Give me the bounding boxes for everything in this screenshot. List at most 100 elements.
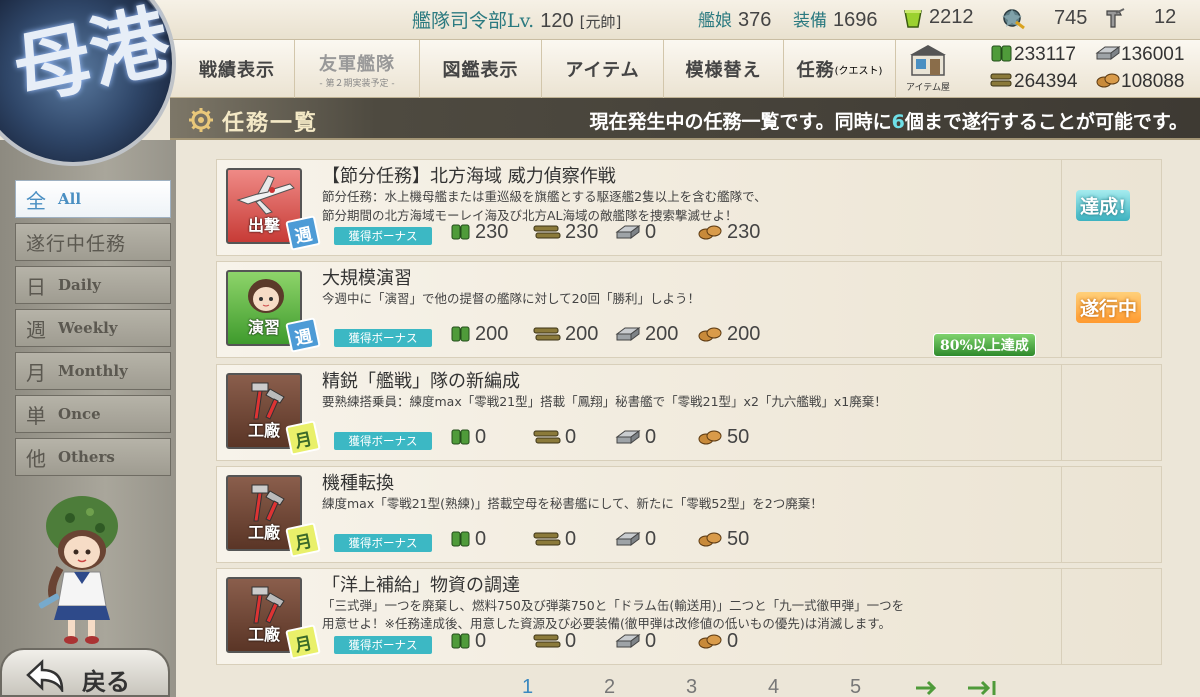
quest-desc-line: 要熟練搭乗員：練度max「零戦21型」搭載「鳳翔」秘書艦で「零戦21型」x2「九… xyxy=(322,394,887,409)
lv-label: Lv. xyxy=(507,10,535,32)
back-button[interactable]: 戻る xyxy=(0,648,170,697)
bucket-icon xyxy=(904,9,922,28)
status-in-progress: 遂行中 xyxy=(1076,292,1142,323)
last-page-icon[interactable] xyxy=(964,679,1004,697)
category-kanji: 週 xyxy=(26,317,46,342)
quest-title: 【節分任務】北方海域 威力偵察作戦 xyxy=(322,166,616,187)
reward-value: 0 xyxy=(645,221,657,243)
reward-steel: 200 xyxy=(615,323,678,346)
friend-label: 友軍艦隊 xyxy=(319,53,395,75)
ammo-icon xyxy=(533,532,561,546)
page-3[interactable]: 3 xyxy=(686,676,697,697)
reward-value: 230 xyxy=(565,221,599,243)
record-button[interactable]: 戦績表示 xyxy=(180,40,295,98)
category-kanji: 日 xyxy=(26,274,46,299)
page-2[interactable]: 2 xyxy=(604,676,615,697)
quest-status-cell xyxy=(1061,467,1161,562)
bauxite-icon xyxy=(698,532,722,547)
item-shop-button[interactable]: アイテム屋 xyxy=(900,43,956,95)
page-4[interactable]: 4 xyxy=(768,676,779,697)
category-others[interactable]: 他 Others xyxy=(15,438,171,476)
category-in-progress[interactable]: 遂行中任務 xyxy=(15,223,171,261)
category-en: All xyxy=(58,190,82,208)
reward-steel: 0 xyxy=(615,426,656,449)
quest-description: 練度max「零戦21型(熟練)」搭載空母を秘書艦にして、新たに「零戦52型」を2… xyxy=(322,494,1042,513)
reward-value: 230 xyxy=(475,221,509,243)
bonus-label: 獲得ボーナス xyxy=(334,227,432,245)
quest-frequency-badge: 月 xyxy=(285,420,321,456)
reward-bauxite: 50 xyxy=(697,426,749,449)
devmat-count: 745 xyxy=(1000,6,1087,30)
screw-icon xyxy=(1106,7,1125,28)
reward-fuel: 0 xyxy=(451,528,486,551)
reward-bauxite: 50 xyxy=(697,528,749,551)
fuel-icon xyxy=(451,531,470,547)
reward-value: 0 xyxy=(645,528,657,550)
record-label: 戦績表示 xyxy=(199,60,275,81)
quest-button[interactable]: 任務 (クエスト) xyxy=(784,40,896,98)
reward-value: 0 xyxy=(475,630,487,652)
quest-row[interactable]: 工廠 月 精鋭「艦戦」隊の新編成 要熟練搭乗員：練度max「零戦21型」搭載「鳳… xyxy=(216,364,1162,461)
quest-row[interactable]: 演習 週 大規模演習 今週中に「演習」で他の提督の艦隊に対して20回「勝利」しよ… xyxy=(216,261,1162,358)
fuel-value: 233117 xyxy=(1014,44,1076,65)
steel-resource: 136001 xyxy=(1095,43,1184,66)
furniture-button[interactable]: 模様替え xyxy=(664,40,784,98)
category-all[interactable]: 全 All xyxy=(15,180,171,218)
devmat-value: 745 xyxy=(1054,6,1088,29)
equip-value: 1696 xyxy=(833,9,878,31)
screw-count: 12 xyxy=(1104,6,1176,29)
bauxite-value: 108088 xyxy=(1121,71,1185,92)
quest-description: 今週中に「演習」で他の提督の艦隊に対して20回「勝利」しよう！ xyxy=(322,289,1042,308)
category-weekly[interactable]: 週 Weekly xyxy=(15,309,171,347)
reward-fuel: 0 xyxy=(451,426,486,449)
banner-title: 任務一覧 xyxy=(222,110,319,136)
nav-bar: 戦績表示 友軍艦隊 - 第２期実装予定 - 図鑑表示 アイテム 模様替え 任務 … xyxy=(170,40,1200,98)
ship-count: 艦娘 376 xyxy=(698,6,771,32)
quest-frequency-badge: 月 xyxy=(285,522,321,558)
ammo-icon xyxy=(533,430,561,444)
bonus-label: 獲得ボーナス xyxy=(334,636,432,654)
reward-ammo: 230 xyxy=(533,221,598,244)
shop-icon xyxy=(910,45,946,76)
category-daily[interactable]: 日 Daily xyxy=(15,266,171,304)
status-complete: 達成! xyxy=(1076,190,1131,221)
steel-icon xyxy=(615,634,641,648)
bauxite-icon xyxy=(698,634,722,649)
quest-list-banner: 任務一覧 現在発生中の任務一覧です。同時に6個まで遂行することが可能です。 xyxy=(170,98,1200,140)
hq-level: 艦隊司令部Lv. 120 [元帥] xyxy=(412,6,621,33)
reward-value: 0 xyxy=(645,426,657,448)
quest-desc-line: 今週中に「演習」で他の提督の艦隊に対して20回「勝利」しよう！ xyxy=(322,291,701,306)
album-button[interactable]: 図鑑表示 xyxy=(420,40,542,98)
quest-row[interactable]: 工廠 月 機種転換 練度max「零戦21型(熟練)」搭載空母を秘書艦にして、新た… xyxy=(216,466,1162,563)
quest-label: 任務 xyxy=(796,60,835,81)
ships-label: 艦娘 xyxy=(698,11,732,31)
category-once[interactable]: 単 Once xyxy=(15,395,171,433)
category-monthly[interactable]: 月 Monthly xyxy=(15,352,171,390)
category-kanji: 遂行中任務 xyxy=(26,232,127,255)
ammo-icon xyxy=(533,327,561,341)
bonus-label: 獲得ボーナス xyxy=(334,432,432,450)
page-1[interactable]: 1 xyxy=(522,676,533,697)
page-5[interactable]: 5 xyxy=(850,676,861,697)
steel-icon xyxy=(615,430,641,444)
quest-status-cell xyxy=(1061,365,1161,460)
item-button[interactable]: アイテム xyxy=(542,40,664,98)
fuel-icon xyxy=(991,45,1012,62)
reward-fuel: 200 xyxy=(451,323,508,346)
next-page-icon[interactable] xyxy=(912,679,948,697)
ammo-icon xyxy=(533,225,561,239)
rank-label: [元帥] xyxy=(579,13,622,31)
reward-value: 0 xyxy=(565,528,577,550)
quest-description: 節分任務：水上機母艦または重巡級を旗艦とする駆逐艦2隻以上を含む艦隊で、 節分期… xyxy=(322,187,1042,225)
album-label: 図鑑表示 xyxy=(442,60,519,81)
ammo-icon xyxy=(533,634,561,648)
reward-steel: 0 xyxy=(615,528,656,551)
quest-row[interactable]: 工廠 月 「洋上補給」物資の調達 「三式弾」一つを廃棄し、燃料750及び弾薬75… xyxy=(216,568,1162,665)
reward-value: 0 xyxy=(645,630,657,652)
fuel-icon xyxy=(451,633,470,649)
quest-row[interactable]: 出撃 週 【節分任務】北方海域 威力偵察作戦 節分任務：水上機母艦または重巡級を… xyxy=(216,159,1162,256)
reward-value: 230 xyxy=(727,221,761,243)
reward-value: 200 xyxy=(727,323,761,345)
furniture-label: 模様替え xyxy=(685,60,762,81)
fuel-icon xyxy=(451,326,470,342)
